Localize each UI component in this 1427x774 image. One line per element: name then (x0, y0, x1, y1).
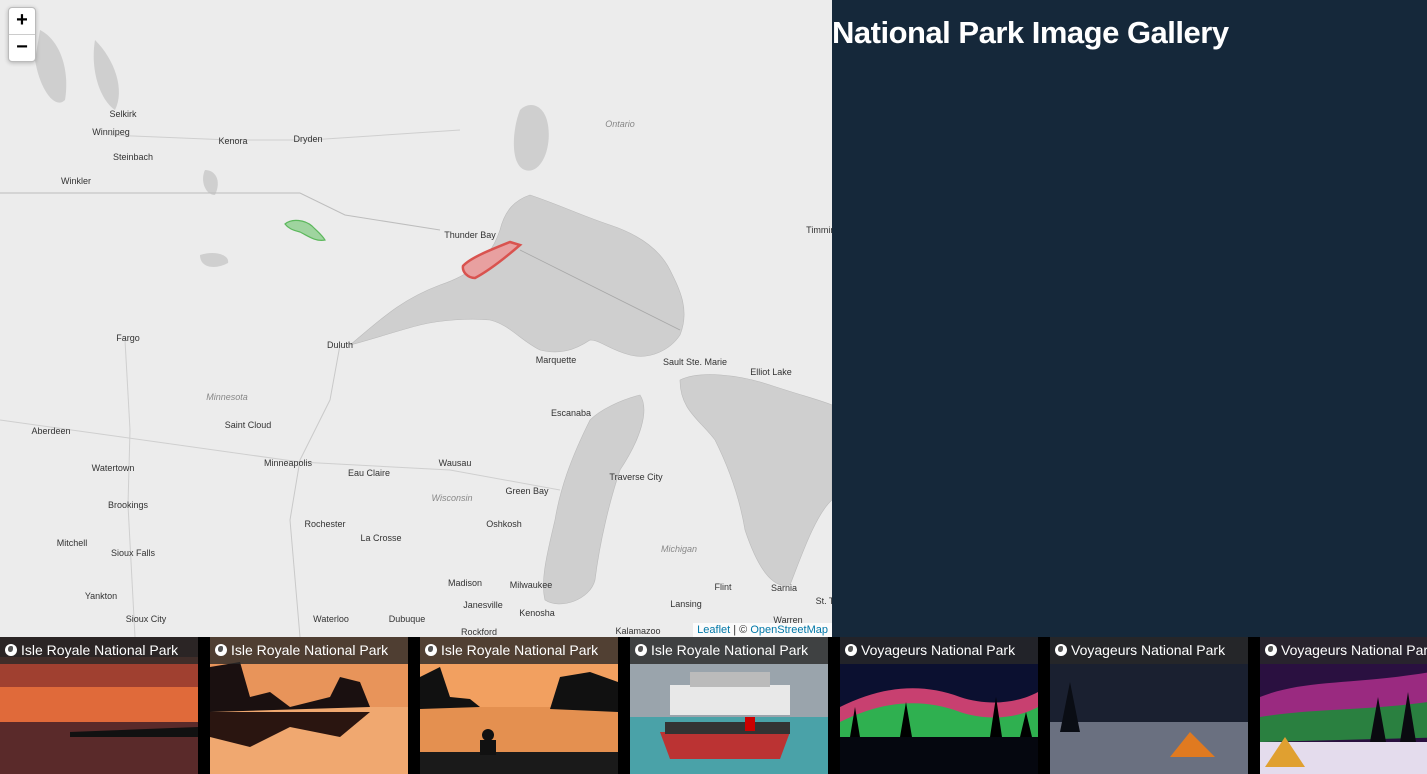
city-label: Waterloo (313, 614, 349, 624)
city-label: St. T (815, 596, 832, 606)
city-label: Winnipeg (92, 127, 130, 137)
city-label: Yankton (84, 591, 118, 601)
thumbnail-label: Isle Royale National Park (21, 642, 179, 658)
city-label: Sioux City (125, 614, 167, 624)
city-label: Winkler (60, 176, 92, 186)
thumbnail-label: Isle Royale National Park (441, 642, 599, 658)
region-label: Wisconsin (431, 493, 473, 503)
city-label: Kenosha (519, 608, 555, 618)
globe-icon (635, 644, 647, 656)
city-label: Timmins (806, 225, 832, 235)
city-label: Selkirk (109, 109, 137, 119)
globe-icon (215, 644, 227, 656)
city-label: Traverse City (609, 472, 663, 482)
city-label: Sarnia (770, 583, 798, 593)
thumbnail-label: Isle Royale National Park (231, 642, 389, 658)
region-label: Ontario (605, 119, 635, 129)
city-label: Marquette (535, 355, 577, 365)
gallery-thumbnail[interactable]: Isle Royale National Park (630, 637, 828, 774)
gallery-thumbnail[interactable]: Voyageurs National Park (1260, 637, 1427, 774)
thumbnail-caption: Isle Royale National Park (420, 637, 618, 664)
city-label: Brookings (107, 500, 149, 510)
city-label: Dryden (293, 134, 323, 144)
zoom-in-button[interactable]: + (9, 8, 35, 35)
city-label: Milwaukee (509, 580, 553, 590)
city-label: Escanaba (550, 408, 592, 418)
openstreetmap-link[interactable]: OpenStreetMap (750, 624, 828, 636)
city-label: Rochester (304, 519, 346, 529)
gallery-thumbnail[interactable]: Isle Royale National Park (0, 637, 198, 774)
city-label: Steinbach (112, 152, 154, 162)
thumbnail-strip[interactable]: Isle Royale National Park Isle Royale Nat… (0, 637, 1427, 774)
globe-icon (845, 644, 857, 656)
city-label: Saint Cloud (224, 420, 272, 430)
zoom-out-button[interactable]: − (9, 35, 35, 61)
gallery-thumbnail[interactable]: Voyageurs National Park (1050, 637, 1248, 774)
thumbnail-caption: Voyageurs National Park (840, 637, 1038, 664)
globe-icon (1265, 644, 1277, 656)
leaflet-link[interactable]: Leaflet (697, 624, 730, 636)
city-label: Flint (714, 582, 732, 592)
city-label: Kalamazoo (615, 626, 661, 636)
thumbnail-caption: Voyageurs National Park (1050, 637, 1248, 664)
thumbnail-label: Voyageurs National Park (1071, 642, 1226, 658)
city-label: Oshkosh (486, 519, 522, 529)
gallery-thumbnail[interactable]: Voyageurs National Park (840, 637, 1038, 774)
gallery-thumbnail[interactable]: Isle Royale National Park (210, 637, 408, 774)
city-label: Thunder Bay (444, 230, 496, 240)
city-label: Lansing (670, 599, 702, 609)
city-label: Janesville (463, 600, 503, 610)
thumbnail-label: Isle Royale National Park (651, 642, 809, 658)
thumbnail-caption: Voyageurs National Park (1260, 637, 1427, 664)
city-label: Elliot Lake (750, 367, 792, 377)
attribution-separator: | © (730, 624, 751, 636)
globe-icon (5, 644, 17, 656)
city-label: Kenora (218, 136, 248, 146)
city-label: Aberdeen (31, 426, 71, 436)
map-tiles (0, 30, 832, 637)
thumbnail-caption: Isle Royale National Park (0, 637, 198, 664)
zoom-control: + − (8, 7, 36, 62)
map-attribution: Leaflet | © OpenStreetMap (693, 623, 832, 637)
city-label: Green Bay (505, 486, 549, 496)
globe-icon (1055, 644, 1067, 656)
city-label: Dubuque (388, 614, 426, 624)
region-label: Michigan (660, 544, 698, 554)
city-label: La Crosse (360, 533, 402, 543)
thumbnail-caption: Isle Royale National Park (210, 637, 408, 664)
thumbnail-caption: Isle Royale National Park (630, 637, 828, 664)
gallery-thumbnail[interactable]: Isle Royale National Park (420, 637, 618, 774)
city-label: Watertown (91, 463, 135, 473)
thumbnail-label: Voyageurs National Park (861, 642, 1016, 658)
city-label: Sioux Falls (110, 548, 156, 558)
city-label: Sault Ste. Marie (662, 357, 728, 367)
city-label: Rockford (460, 627, 498, 637)
city-label: Duluth (326, 340, 354, 350)
city-label: Eau Claire (347, 468, 391, 478)
city-label: Minneapolis (263, 458, 313, 468)
city-label: Wausau (438, 458, 472, 468)
city-label: Madison (447, 578, 483, 588)
map[interactable]: + − Selkirk Winnipeg Steinbach Winkler Kenor… (0, 0, 832, 637)
gallery-title: National Park Image Gallery (832, 15, 1229, 50)
globe-icon (425, 644, 437, 656)
thumbnail-label: Voyageurs National Park (1281, 642, 1427, 658)
region-label: Minnesota (206, 392, 248, 402)
city-label: Fargo (116, 333, 140, 343)
city-label: Mitchell (56, 538, 88, 548)
